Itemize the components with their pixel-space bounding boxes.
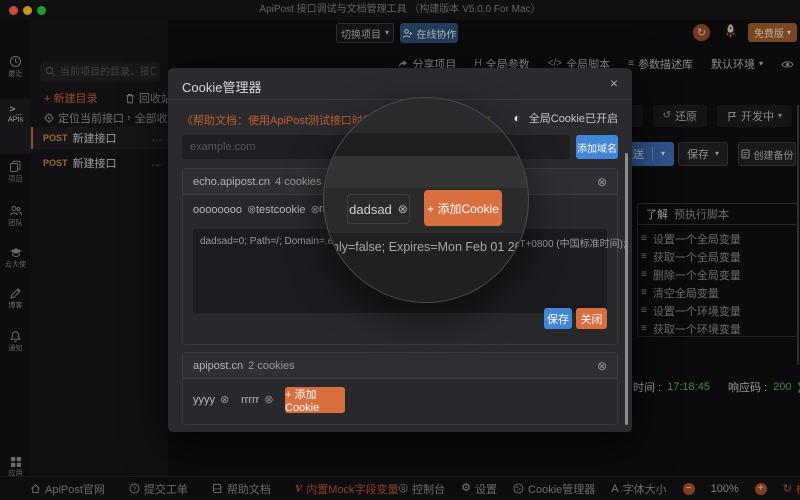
save-cookies-button[interactable]: 保存 — [544, 308, 572, 329]
remove-cookie-icon[interactable]: ⊗ — [220, 393, 229, 406]
remove-cookie-icon[interactable]: ⊗ — [264, 393, 273, 406]
remove-domain-icon[interactable]: ⊗ — [597, 359, 607, 373]
close-icon[interactable]: × — [610, 75, 618, 91]
cookie-tag[interactable]: testcookie⊗ — [256, 203, 320, 216]
cookie-tag[interactable]: yyyy⊗ — [193, 393, 229, 406]
add-cookie-button[interactable]: + 添加Cookie — [285, 387, 345, 413]
add-cookie-button-magnified[interactable]: + 添加Cookie — [424, 190, 502, 226]
apipost-window: ApiPost 接口调试与文档管理工具 （构建版本 V5.0.0 For Mac… — [0, 0, 800, 500]
modal-scrollbar[interactable] — [625, 153, 628, 425]
cookie-tag[interactable]: rrrrr⊗ — [241, 393, 274, 406]
cookie-count: 4 cookies — [275, 176, 321, 188]
magnifier-lens: dadsad ⊗ + 添加Cookie nly=false; Expires=M… — [323, 97, 529, 303]
toggle-icon: ◐ — [514, 112, 521, 124]
lens-band — [323, 133, 529, 156]
cookie-domain-section: apipost.cn 2 cookies ⊗ yyyy⊗ rrrrr⊗ + 添加… — [182, 352, 618, 425]
add-domain-button[interactable]: 添加域名 — [576, 135, 618, 159]
cookie-count: 2 cookies — [248, 360, 294, 372]
remove-domain-icon[interactable]: ⊗ — [597, 175, 607, 189]
domain-name: echo.apipost.cn — [193, 176, 270, 188]
section-header: apipost.cn 2 cookies ⊗ — [183, 353, 617, 379]
remove-cookie-icon[interactable]: ⊗ — [398, 202, 408, 216]
global-cookie-toggle[interactable]: ◐ 全局Cookie已开启 — [514, 110, 619, 126]
cookie-value-magnified: nly=false; Expires=Mon Feb 01 2021 18:1 — [332, 240, 529, 254]
domain-name: apipost.cn — [193, 360, 243, 372]
remove-cookie-icon[interactable]: ⊗ — [247, 203, 256, 216]
cookie-value-text: MT+0800 (中国标准时间); — [511, 235, 626, 250]
modal-title: Cookie管理器 — [182, 77, 261, 96]
lens-band — [323, 156, 529, 188]
cookie-tag-magnified[interactable]: dadsad ⊗ — [347, 194, 410, 224]
modal-header: Cookie管理器 × — [168, 68, 632, 100]
close-section-button[interactable]: 关闭 — [576, 308, 607, 329]
cookie-tag[interactable]: oooooooo⊗ — [193, 203, 256, 216]
